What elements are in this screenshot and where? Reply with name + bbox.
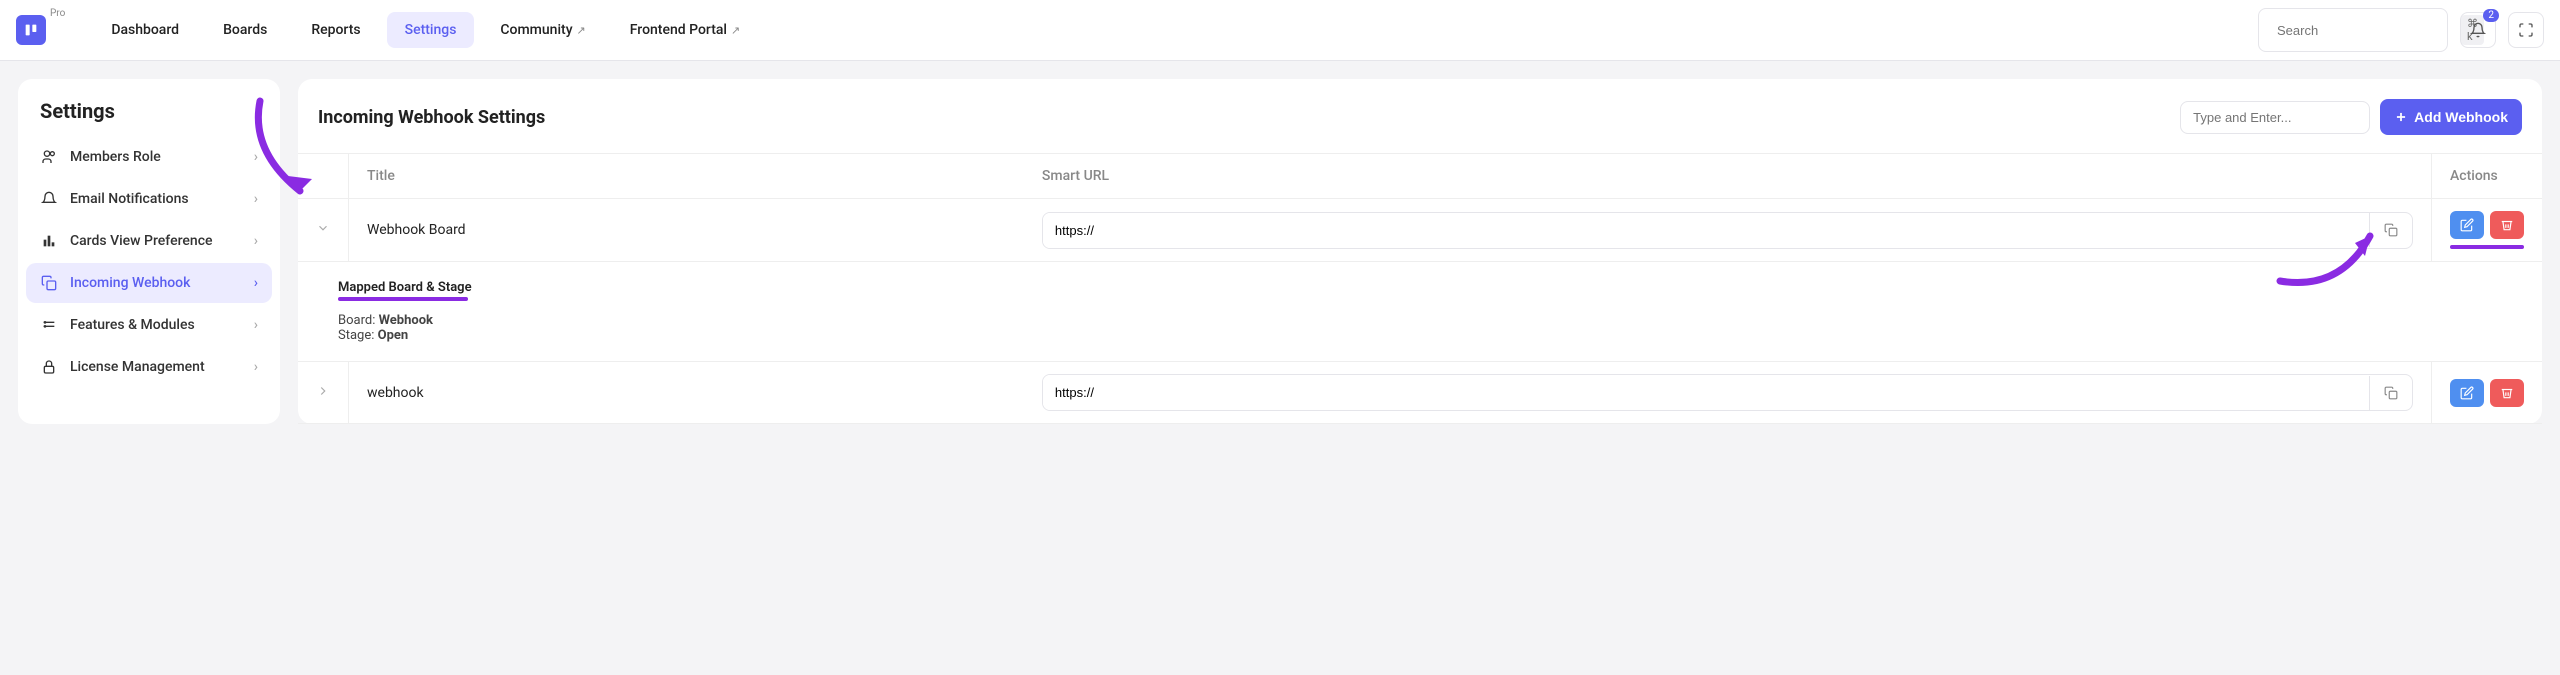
row-title: Webhook Board [349, 199, 1024, 262]
copy-icon [2384, 223, 2398, 237]
add-webhook-button[interactable]: Add Webhook [2380, 99, 2522, 135]
chart-icon [40, 233, 58, 249]
mapped-heading: Mapped Board & Stage [338, 280, 2502, 295]
bell-icon [40, 191, 58, 207]
edit-icon [2460, 386, 2474, 400]
lock-icon [40, 359, 58, 375]
external-link-icon: ↗ [731, 24, 740, 37]
table-row: webhook [298, 362, 2542, 424]
sidebar-item-label: License Management [70, 359, 205, 375]
content-panel: Incoming Webhook Settings Add Webhook Ti… [298, 79, 2542, 424]
table-row: Webhook Board [298, 199, 2542, 262]
copy-button[interactable] [2369, 376, 2412, 410]
sidebar-item-features-modules[interactable]: Features & Modules › [26, 305, 272, 345]
sidebar-item-label: Members Role [70, 149, 161, 165]
sidebar-item-label: Incoming Webhook [70, 275, 190, 291]
edit-button[interactable] [2450, 211, 2484, 239]
nav-frontend-portal[interactable]: Frontend Portal↗ [612, 12, 758, 48]
col-actions: Actions [2432, 154, 2543, 199]
copy-icon [2384, 386, 2398, 400]
plus-icon [2394, 110, 2408, 124]
search-input[interactable] [2277, 23, 2453, 38]
trash-icon [2500, 218, 2514, 232]
url-input-wrap [1042, 212, 2413, 249]
filter-input[interactable] [2193, 110, 2369, 125]
col-title: Title [349, 154, 1024, 199]
global-search[interactable]: ⌘ k [2258, 8, 2448, 52]
col-expand [298, 154, 349, 199]
expand-toggle[interactable] [316, 384, 330, 398]
col-url: Smart URL [1024, 154, 2432, 199]
nav-reports[interactable]: Reports [293, 12, 378, 48]
bell-icon [2470, 22, 2486, 38]
notifications-button[interactable]: 2 [2460, 12, 2496, 48]
annotation-underline [2450, 245, 2524, 249]
main-nav: Dashboard Boards Reports Settings Commun… [93, 12, 758, 48]
sidebar-item-label: Email Notifications [70, 191, 189, 207]
settings-sidebar: Settings Members Role › Email Notificati… [18, 79, 280, 424]
delete-button[interactable] [2490, 211, 2524, 239]
sidebar-item-cards-view[interactable]: Cards View Preference › [26, 221, 272, 261]
edit-button[interactable] [2450, 379, 2484, 407]
chevron-right-icon: › [254, 191, 258, 207]
sidebar-item-incoming-webhook[interactable]: Incoming Webhook › [26, 263, 272, 303]
filter-box[interactable] [2180, 101, 2370, 134]
pro-badge: Pro [50, 8, 65, 19]
delete-button[interactable] [2490, 379, 2524, 407]
mapped-board: Board: Webhook [338, 313, 2502, 328]
annotation-underline [338, 297, 468, 301]
trash-icon [2500, 386, 2514, 400]
fullscreen-button[interactable] [2508, 12, 2544, 48]
chevron-right-icon: › [254, 359, 258, 375]
chevron-right-icon: › [254, 275, 258, 291]
nav-community[interactable]: Community↗ [482, 12, 603, 48]
external-link-icon: ↗ [577, 24, 586, 37]
sidebar-item-label: Features & Modules [70, 317, 195, 333]
url-input[interactable] [1043, 213, 2369, 248]
main-area: Settings Members Role › Email Notificati… [0, 61, 2560, 442]
edit-icon [2460, 218, 2474, 232]
mapped-details-row: Mapped Board & Stage Board: Webhook Stag… [298, 262, 2542, 362]
nav-dashboard[interactable]: Dashboard [93, 12, 197, 48]
sidebar-item-label: Cards View Preference [70, 233, 213, 249]
row-title: webhook [349, 362, 1024, 424]
chevron-right-icon: › [254, 317, 258, 333]
sidebar-item-license-management[interactable]: License Management › [26, 347, 272, 387]
sidebar-item-members-role[interactable]: Members Role › [26, 137, 272, 177]
sidebar-item-email-notifications[interactable]: Email Notifications › [26, 179, 272, 219]
copy-button[interactable] [2369, 213, 2412, 247]
topbar: Pro Dashboard Boards Reports Settings Co… [0, 0, 2560, 61]
mapped-stage: Stage: Open [338, 328, 2502, 343]
nav-boards[interactable]: Boards [205, 12, 285, 48]
page-title: Incoming Webhook Settings [318, 107, 545, 128]
url-input[interactable] [1043, 375, 2369, 410]
copy-icon [40, 275, 58, 291]
chevron-right-icon: › [254, 149, 258, 165]
app-logo[interactable] [16, 15, 46, 45]
expand-icon [2518, 22, 2534, 38]
sidebar-title: Settings [26, 99, 272, 137]
layers-icon [40, 317, 58, 333]
topbar-right: ⌘ k 2 [2258, 8, 2544, 52]
url-input-wrap [1042, 374, 2413, 411]
nav-settings[interactable]: Settings [387, 12, 475, 48]
notification-count: 2 [2483, 9, 2499, 22]
content-header: Incoming Webhook Settings Add Webhook [298, 99, 2542, 153]
webhooks-table: Title Smart URL Actions Webhook Board [298, 153, 2542, 424]
chevron-right-icon: › [254, 233, 258, 249]
users-icon [40, 149, 58, 165]
expand-toggle[interactable] [316, 221, 330, 235]
